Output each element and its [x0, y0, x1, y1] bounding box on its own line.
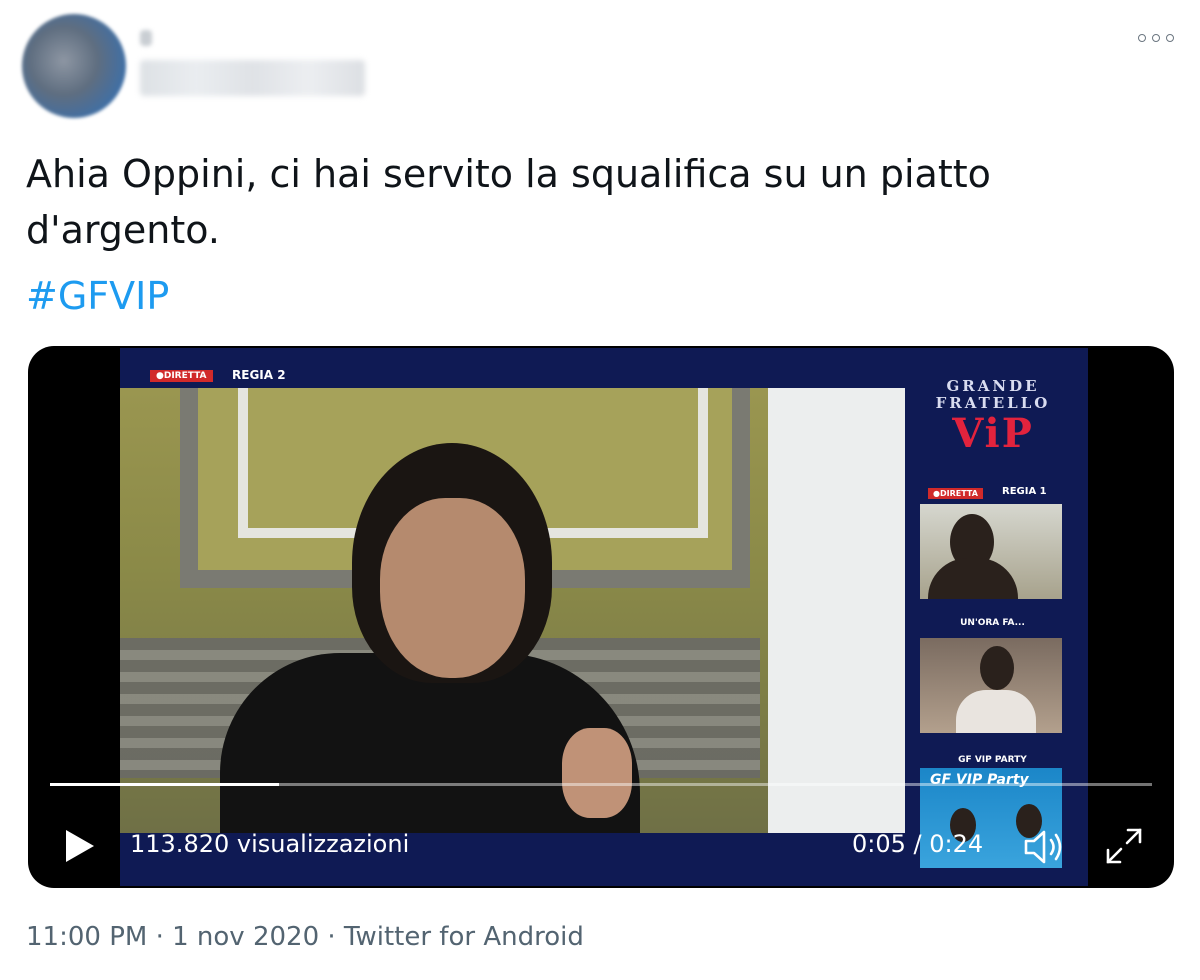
volume-icon[interactable] — [1022, 828, 1068, 866]
gf-vip-logo: GRANDE FRATELLO ViP — [918, 378, 1068, 456]
tweet-meta: 11:00 PM · 1 nov 2020 · Twitter for Andr… — [26, 922, 584, 952]
progress-bar[interactable] — [50, 783, 1152, 786]
fullscreen-icon[interactable] — [1104, 826, 1144, 866]
video-player[interactable]: ●DIRETTA REGIA 2 GRANDE FRATELLO ViP ●DI… — [28, 346, 1174, 888]
thumb-person-body — [928, 558, 1018, 599]
video-time: 0:05 / 0:24 — [852, 830, 984, 858]
dot — [1152, 34, 1160, 42]
progress-fill — [50, 783, 280, 786]
dot — [1166, 34, 1174, 42]
thumb-person — [980, 646, 1014, 690]
tweet-text: Ahia Oppini, ci hai servito la squalific… — [26, 152, 991, 252]
white-panel — [768, 388, 905, 833]
side-live-badge: ●DIRETTA — [928, 488, 983, 499]
thumbnail-hour-ago — [920, 638, 1062, 733]
main-camera-view — [120, 388, 905, 833]
view-count: 113.820 visualizzazioni — [130, 830, 410, 858]
side-regia-label: REGIA 1 — [1002, 486, 1047, 497]
dot — [1138, 34, 1146, 42]
author-name-blurred[interactable] — [140, 30, 152, 46]
avatar[interactable] — [22, 14, 126, 118]
person-hand — [562, 728, 632, 818]
video-frame: ●DIRETTA REGIA 2 GRANDE FRATELLO ViP ●DI… — [120, 348, 1088, 886]
thumb-label-party: GF VIP PARTY — [958, 755, 1027, 765]
regia-label: REGIA 2 — [232, 368, 286, 382]
author-handle-blurred[interactable] — [140, 60, 365, 96]
hashtag-link[interactable]: #GFVIP — [26, 268, 169, 324]
side-panel: GRANDE FRATELLO ViP ●DIRETTA REGIA 1 UN'… — [910, 348, 1088, 886]
person-face — [380, 498, 525, 678]
live-badge: ●DIRETTA — [150, 370, 213, 382]
thumb-label-hour: UN'ORA FA... — [960, 618, 1025, 628]
thumb-person-top — [956, 690, 1036, 733]
thumbnail-regia-1 — [920, 504, 1062, 599]
ellipsis-icon[interactable] — [1138, 30, 1174, 46]
logo-vip: ViP — [952, 410, 1034, 457]
play-icon[interactable] — [64, 828, 96, 864]
logo-line1: GRANDE — [946, 377, 1040, 395]
